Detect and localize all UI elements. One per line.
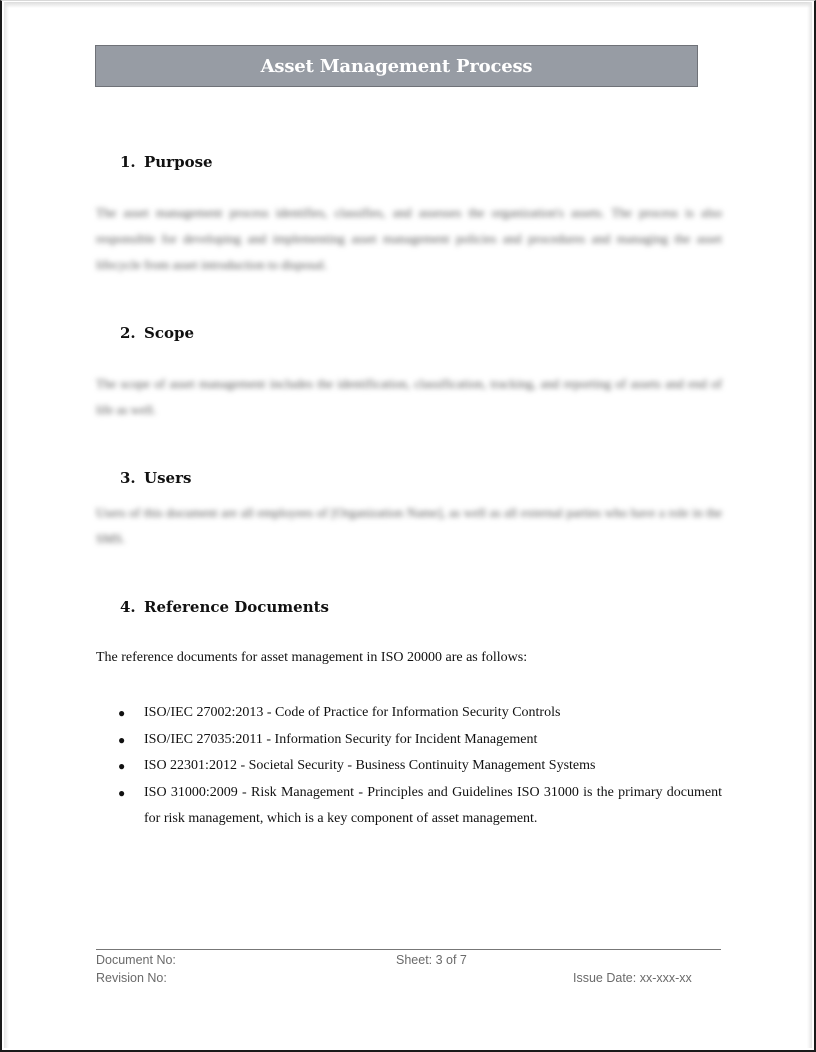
section-title: Users	[144, 469, 192, 487]
section-heading-purpose: 1. Purpose	[120, 153, 213, 171]
section-heading-reference-documents: 4. Reference Documents	[120, 598, 329, 616]
bullet-icon: ●	[118, 732, 126, 747]
footer-divider	[96, 949, 721, 950]
section-title: Purpose	[144, 153, 213, 171]
footer-issue-date: Issue Date: xx-xxx-xx	[573, 971, 692, 985]
section-body-purpose: The asset management process identifies,…	[96, 205, 722, 272]
bullet-icon: ●	[118, 785, 126, 800]
section-number: 4.	[120, 598, 136, 616]
document-title: Asset Management Process	[260, 55, 533, 77]
reference-text: ISO/IEC 27035:2011 - Information Securit…	[144, 731, 538, 747]
reference-text: ISO 31000:2009 - Risk Management - Princ…	[144, 784, 722, 827]
section-title: Scope	[144, 324, 195, 342]
bullet-icon: ●	[118, 706, 126, 720]
section-body-users: Users of this document are all employees…	[96, 505, 722, 546]
reference-text: ISO 22301:2012 - Societal Security - Bus…	[144, 758, 596, 773]
reference-item: ● ISO 22301:2012 - Societal Security - Bu…	[96, 753, 722, 780]
section-number: 3.	[120, 469, 136, 487]
footer-revision-no: Revision No:	[96, 971, 167, 985]
reference-item: ● ISO/IEC 27035:2011 - Information Securi…	[96, 727, 722, 754]
reference-list: ● ISO/IEC 27002:2013 - Code of Practice f…	[96, 700, 722, 833]
page-shadow-top	[4, 2, 812, 8]
reference-intro: The reference documents for asset manage…	[96, 650, 528, 665]
section-title: Reference Documents	[144, 598, 330, 616]
page-shadow-left	[4, 2, 9, 1048]
section-number: 2.	[120, 324, 136, 342]
section-number: 1.	[120, 153, 136, 171]
bullet-icon: ●	[118, 759, 126, 773]
page-shadow-right	[807, 2, 812, 1048]
footer-sheet: Sheet: 3 of 7	[396, 953, 467, 967]
reference-item: ● ISO 31000:2009 - Risk Management - Prin…	[96, 780, 722, 833]
reference-item: ● ISO/IEC 27002:2013 - Code of Practice f…	[96, 700, 722, 727]
footer-document-no: Document No:	[96, 953, 176, 967]
section-body-scope: The scope of asset management includes t…	[96, 376, 722, 417]
section-heading-users: 3. Users	[120, 469, 191, 487]
section-heading-scope: 2. Scope	[120, 324, 194, 342]
document-title-bar: Asset Management Process	[95, 45, 698, 87]
reference-text: ISO/IEC 27002:2013 - Code of Practice fo…	[144, 705, 561, 720]
